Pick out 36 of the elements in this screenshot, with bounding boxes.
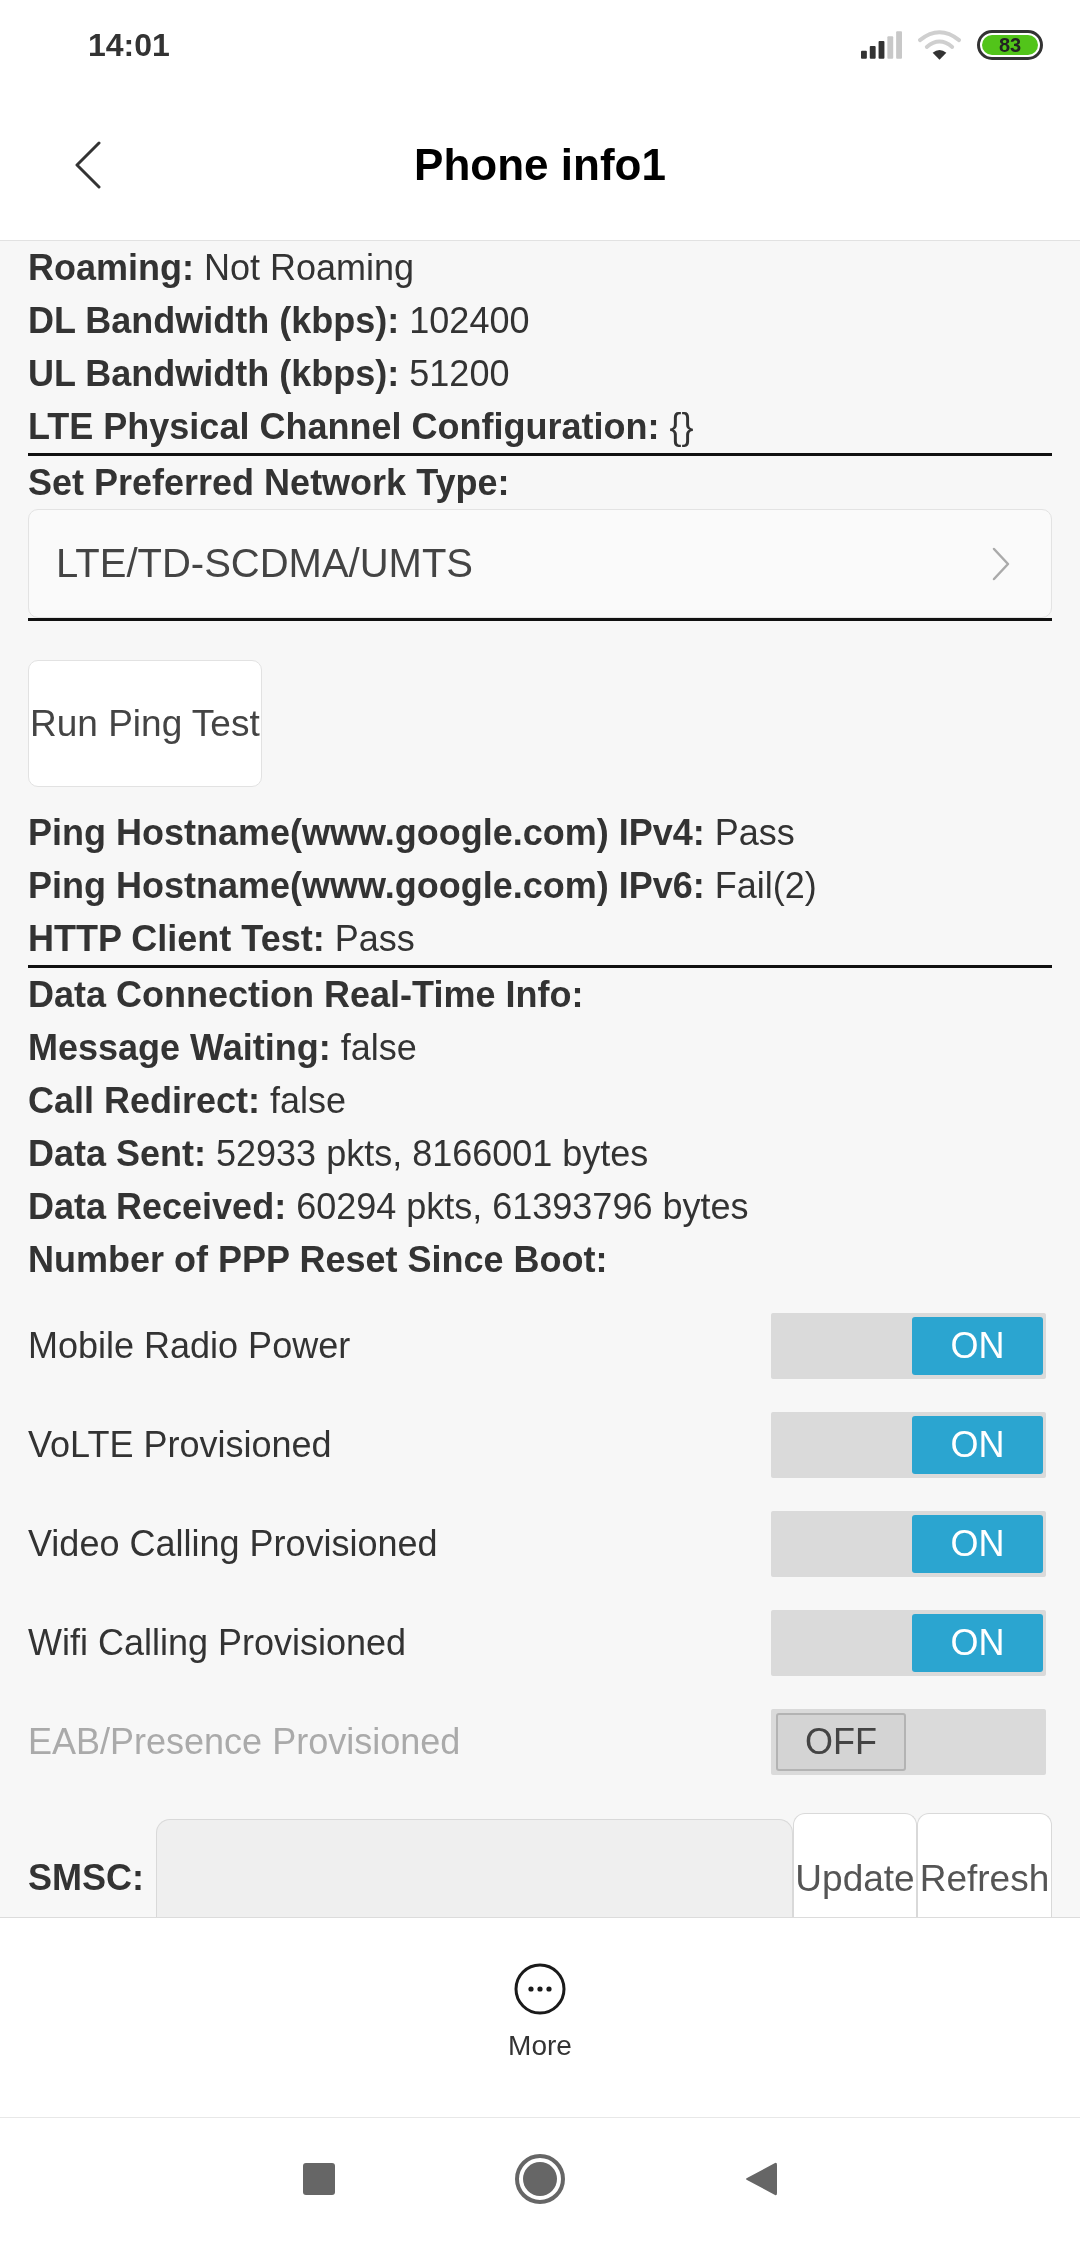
smsc-action-button[interactable]: Update [793, 1813, 917, 1917]
info-line: Number of PPP Reset Since Boot: [28, 1238, 609, 1282]
toggle-label: VoLTE Provisioned [28, 1423, 332, 1466]
toggle-label: Mobile Radio Power [28, 1324, 351, 1367]
info-line: Set Preferred Network Type: [28, 461, 511, 505]
circle-icon[interactable] [515, 2154, 565, 2204]
smsc-label: SMSC: [28, 1856, 144, 1900]
info-line: Ping Hostname(www.google.com) IPv4: Pass [28, 811, 796, 855]
info-line: Roaming: Not Roaming [28, 246, 416, 290]
toggle-label: Video Calling Provisioned [28, 1522, 438, 1565]
info-line: HTTP Client Test: Pass [28, 917, 416, 961]
info-line: Data Connection Real-Time Info: [28, 973, 585, 1017]
status-time: 14:01 [88, 26, 170, 64]
smsc-action-button[interactable]: Refresh [917, 1813, 1052, 1917]
info-line: Data Received: 60294 pkts, 61393796 bytes [28, 1185, 750, 1229]
triangle-left-icon[interactable] [745, 2161, 777, 2197]
smsc-input-field[interactable] [156, 1819, 793, 1917]
info-line: LTE Physical Channel Configuration: {} [28, 405, 695, 449]
back-icon[interactable] [75, 141, 101, 189]
page-title: Phone info1 [414, 140, 666, 190]
chevron-right-icon [991, 545, 1011, 582]
info-line: Ping Hostname(www.google.com) IPv6: Fail(2) [28, 864, 818, 908]
more-icon [514, 1963, 566, 2015]
toggle-label: EAB/Presence Provisioned [28, 1720, 461, 1763]
run-ping-test-button[interactable]: Run Ping Test [28, 660, 262, 787]
wifi-icon [918, 30, 961, 60]
battery-indicator: 83 [977, 30, 1043, 60]
info-line: Message Waiting: false [28, 1026, 418, 1070]
signal-icon [861, 31, 902, 59]
info-line: Data Sent: 52933 pkts, 8166001 bytes [28, 1132, 650, 1176]
network-type-dropdown[interactable]: LTE/TD-SCDMA/UMTS [28, 509, 1052, 618]
toggle-label: Wifi Calling Provisioned [28, 1621, 407, 1664]
more-button[interactable]: More [508, 1963, 572, 2063]
info-line: UL Bandwidth (kbps): 51200 [28, 352, 511, 396]
info-line: Call Redirect: false [28, 1079, 348, 1123]
info-line: DL Bandwidth (kbps): 102400 [28, 299, 531, 343]
